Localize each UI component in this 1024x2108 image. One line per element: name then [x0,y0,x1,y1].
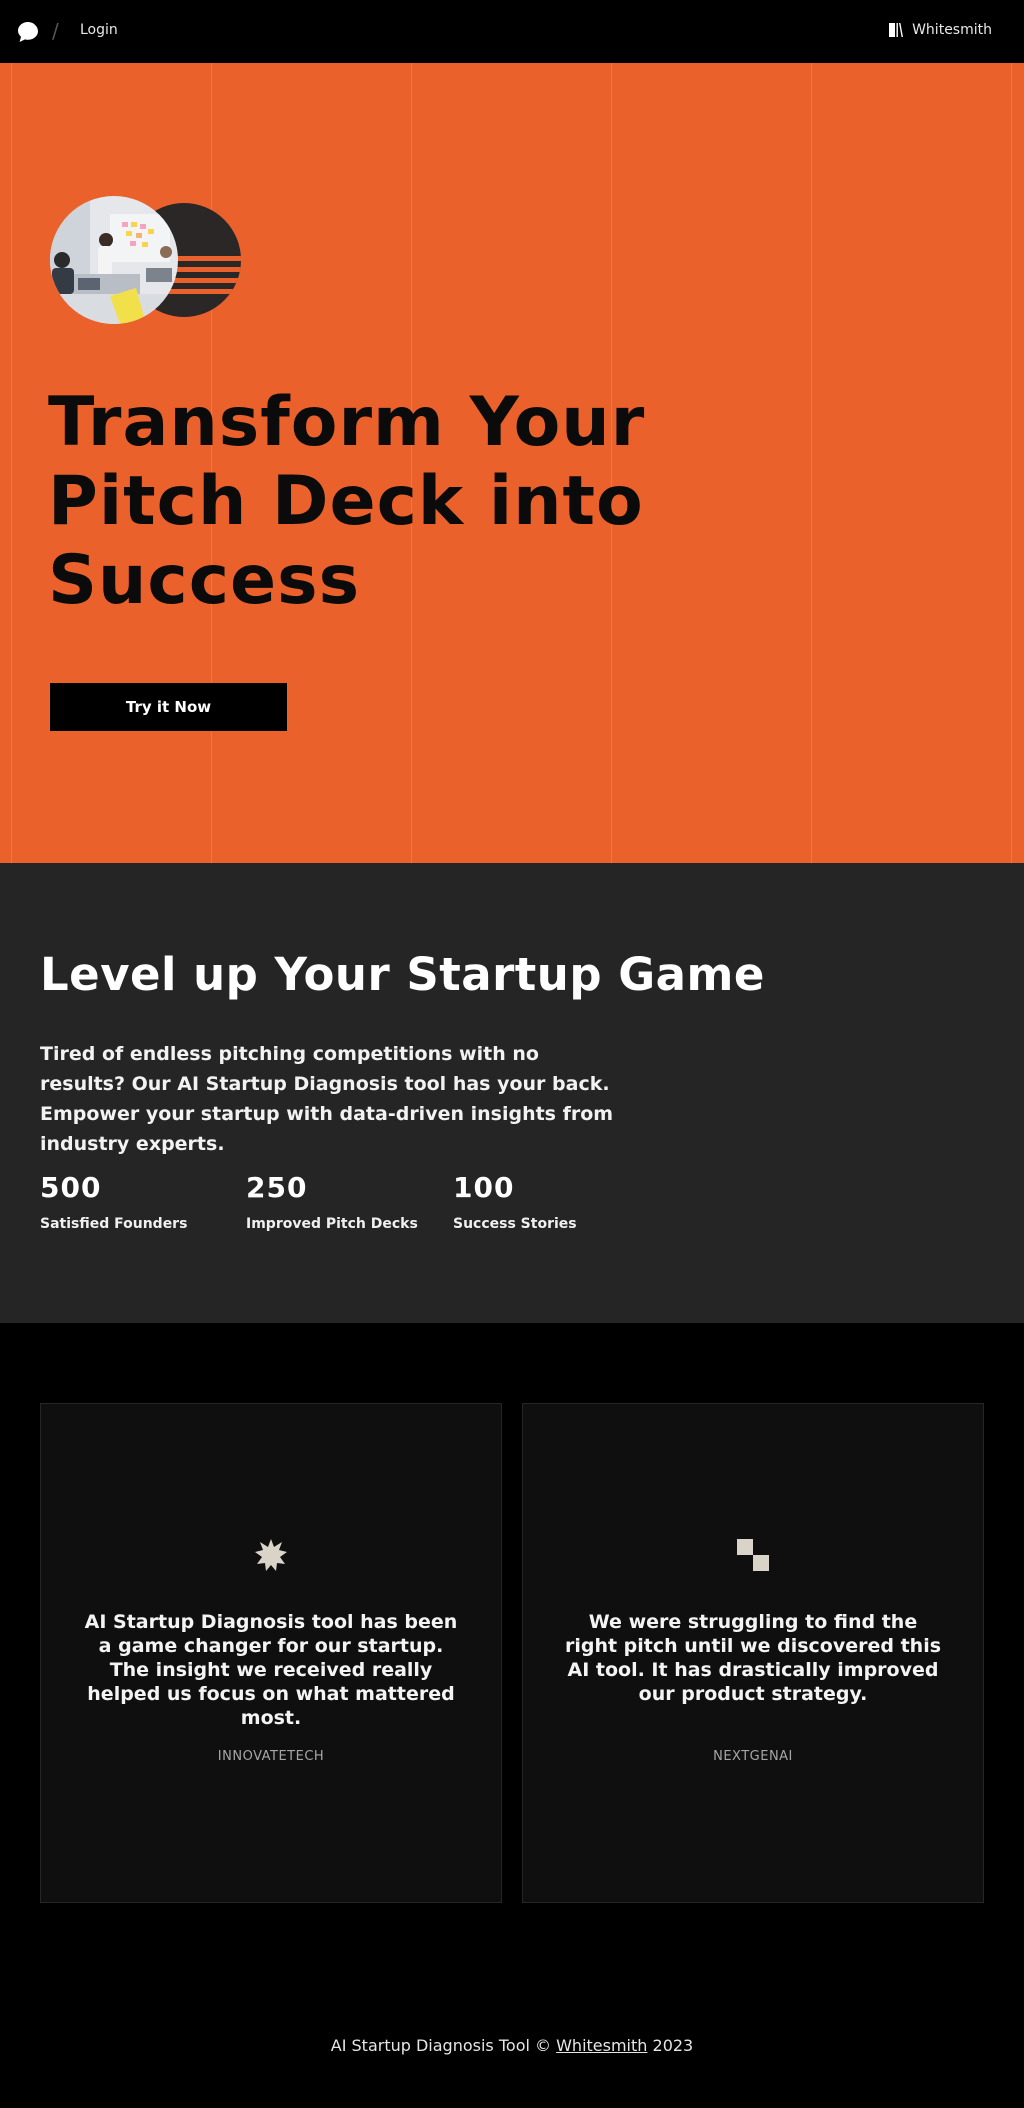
testimonials-section: AI Startup Diagnosis tool has been a gam… [0,1323,1024,1923]
hero-illustration [50,196,241,324]
meeting-photo [50,196,178,324]
footer-prefix: AI Startup Diagnosis Tool © [330,2036,552,2055]
grid-line [1011,63,1012,863]
hero-section: Transform Your Pitch Deck into Success T… [0,63,1024,863]
footer-copyright: AI Startup Diagnosis Tool © Whitesmith 2… [0,2036,1024,2055]
nav-separator: / [52,19,59,43]
hero-title-line: Pitch Deck into [48,462,644,541]
testimonial-author: NEXTGENAI [713,1749,793,1764]
footer-year: 2023 [652,2036,694,2055]
brand-label: Whitesmith [912,22,992,38]
hero-title-line: Transform Your [48,383,646,462]
stat-item: 500 Satisfied Founders [40,1171,187,1232]
testimonial-card: We were struggling to find the right pit… [522,1403,984,1903]
testimonial-card: AI Startup Diagnosis tool has been a gam… [40,1403,502,1903]
testimonial-quote: We were struggling to find the right pit… [564,1611,942,1705]
hero-title-line: Success [48,541,361,620]
try-it-now-button[interactable]: Try it Now [50,683,287,731]
starburst-icon [255,1539,287,1571]
stat-label: Satisfied Founders [40,1216,188,1232]
stat-label: Success Stories [453,1216,577,1232]
testimonial-quote: AI Startup Diagnosis tool has been a gam… [84,1611,458,1729]
stat-value: 500 [40,1171,102,1204]
stats-section: Level up Your Startup Game Tired of endl… [0,863,1024,1323]
footer: AI Startup Diagnosis Tool © Whitesmith 2… [0,1923,1024,2108]
hero-title: Transform Your Pitch Deck into Success [48,383,768,620]
stat-item: 100 Success Stories [453,1171,577,1232]
section-title: Level up Your Startup Game [40,948,765,1001]
stat-value: 100 [453,1171,515,1204]
stat-value: 250 [246,1171,308,1204]
footer-whitesmith-link[interactable]: Whitesmith [556,2036,647,2055]
top-navigation: / Login Whitesmith [0,0,1024,63]
section-description: Tired of endless pitching competitions w… [40,1043,614,1155]
grid-line [811,63,812,863]
brand-link[interactable]: Whitesmith [888,22,992,38]
login-link[interactable]: Login [80,22,118,38]
grid-line [11,63,12,863]
stat-label: Improved Pitch Decks [246,1216,418,1232]
chat-bubble-icon[interactable] [16,20,40,44]
whitesmith-mark-icon [889,23,904,37]
stat-item: 250 Improved Pitch Decks [246,1171,418,1232]
stacked-squares-icon [737,1539,769,1571]
testimonial-author: INNOVATETECH [217,1749,325,1764]
